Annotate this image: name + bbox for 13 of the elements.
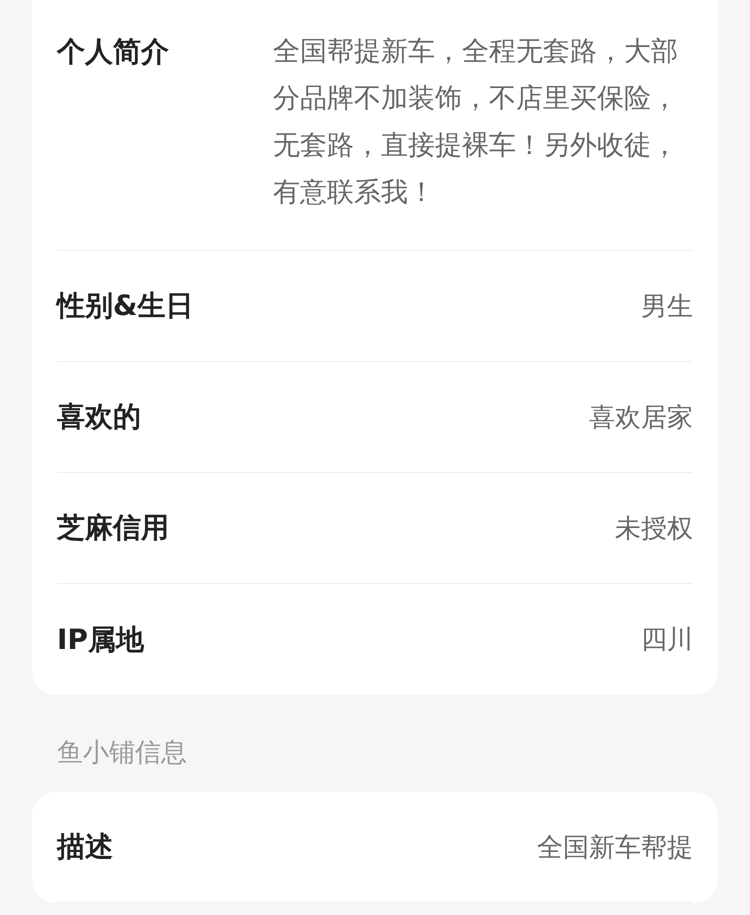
field-value: 全国帮提新车，全程无套路，大部分品牌不加装饰，不店里买保险，无套路，直接提裸车！另外收徒，有意联系我！ <box>273 35 679 210</box>
field-label: 芝麻信用 <box>57 510 169 546</box>
field-label: 描述 <box>57 829 113 865</box>
field-value: 全国新车帮提 <box>537 832 693 864</box>
field-value: 男生 <box>641 290 693 324</box>
field-value: 未授权 <box>615 512 693 546</box>
field-label: 性别&生日 <box>57 288 194 324</box>
field-label: IP属地 <box>57 622 144 658</box>
field-label: 个人简介 <box>57 34 169 70</box>
field-label: 喜欢的 <box>57 399 141 435</box>
section-title: 鱼小铺信息 <box>56 737 188 770</box>
field-value: 四川 <box>641 624 693 657</box>
field-value: 喜欢居家 <box>589 402 693 434</box>
